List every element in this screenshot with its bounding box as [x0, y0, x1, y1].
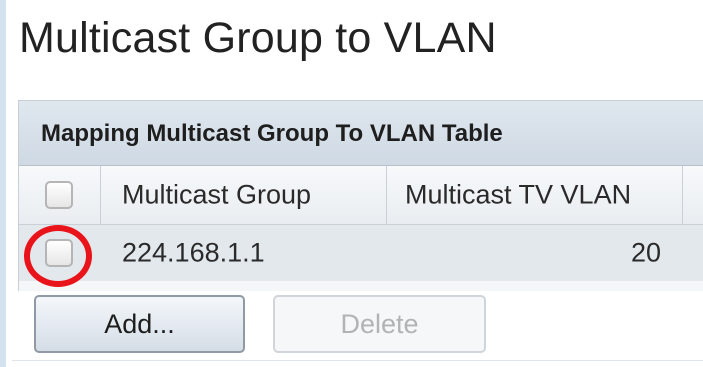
highlight-circle-annotation	[24, 225, 92, 287]
row-cell-multicast-group: 224.168.1.1	[101, 225, 387, 281]
column-header-multicast-tv-vlan: Multicast TV VLAN	[405, 179, 632, 210]
header-cell-multicast-group: Multicast Group	[101, 166, 387, 224]
mapping-table: Mapping Multicast Group To VLAN Table Mu…	[18, 100, 703, 291]
table-header-row: Multicast Group Multicast TV VLAN	[19, 166, 703, 225]
delete-button[interactable]: Delete	[273, 295, 486, 353]
column-header-multicast-group: Multicast Group	[122, 179, 312, 210]
page-title: Multicast Group to VLAN	[19, 14, 497, 62]
add-button[interactable]: Add...	[34, 295, 245, 353]
row-cell-multicast-tv-vlan: 20	[387, 225, 683, 281]
bottom-divider	[12, 360, 703, 361]
header-cell-extra	[683, 166, 703, 224]
table-row[interactable]: 224.168.1.1 20	[19, 225, 703, 281]
table-caption: Mapping Multicast Group To VLAN Table	[19, 101, 703, 166]
header-cell-select	[19, 166, 101, 224]
table-caption-text: Mapping Multicast Group To VLAN Table	[41, 120, 503, 147]
multicast-tv-vlan-value: 20	[630, 237, 661, 268]
page-frame: Multicast Group to VLAN Mapping Multicas…	[0, 0, 703, 367]
select-all-checkbox[interactable]	[45, 181, 73, 209]
header-cell-multicast-tv-vlan: Multicast TV VLAN	[387, 166, 683, 224]
multicast-group-value: 224.168.1.1	[122, 237, 265, 268]
